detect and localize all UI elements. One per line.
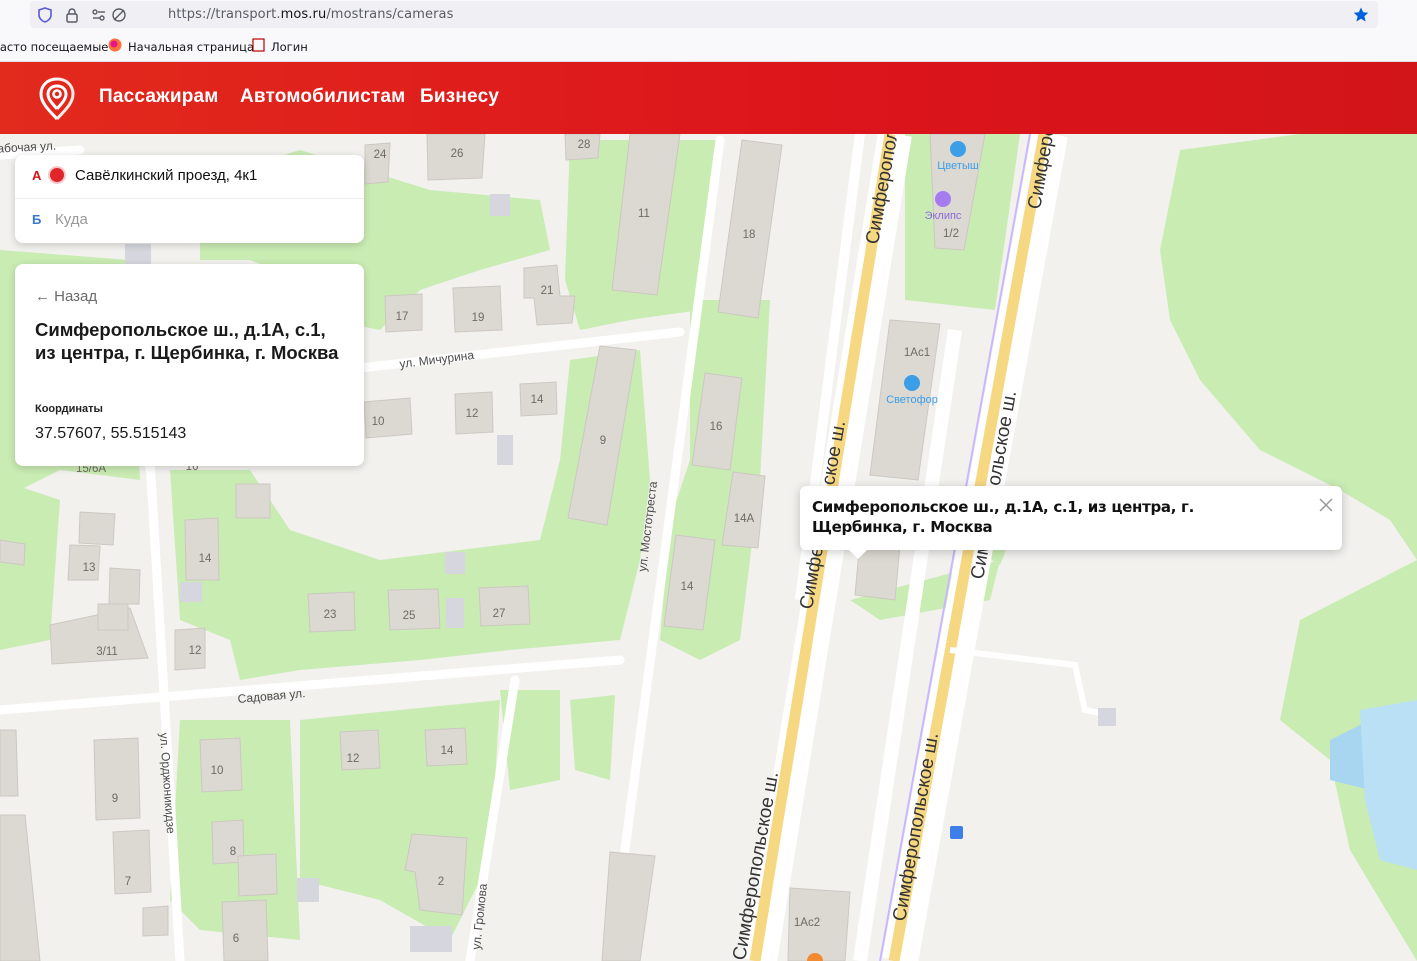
- place-title: Симферопольское ш., д.1А, с.1, из центра…: [35, 319, 339, 363]
- page-icon: [252, 38, 265, 52]
- house-27: 27: [493, 608, 506, 620]
- bookmark-login[interactable]: Логин: [271, 40, 308, 54]
- house-28: 28: [578, 139, 591, 151]
- poi-svetofor[interactable]: Светофор: [886, 394, 938, 406]
- start-point-icon: [50, 168, 64, 182]
- nav-passengers[interactable]: Пассажирам: [99, 86, 219, 108]
- site-header: Пассажирам Автомобилистам Бизнесу: [0, 62, 1417, 134]
- bus-stop-icon[interactable]: [950, 826, 963, 839]
- star-bookmark-icon[interactable]: [1352, 6, 1370, 24]
- house-12c: 12: [347, 753, 360, 765]
- house-11: 11: [638, 208, 650, 220]
- balloon-text: Симферопольское ш., д.1А, с.1, из центра…: [812, 498, 1194, 536]
- permissions-icon[interactable]: [90, 6, 108, 24]
- route-from-value[interactable]: Савёлкинский проезд, 4к1: [75, 167, 257, 184]
- coords-value: 37.57607, 55.515143: [35, 425, 187, 442]
- bookmarks-bar: Часто посещаемые Начальная страница Логи…: [0, 30, 1417, 62]
- route-panel: А Савёлкинский проезд, 4к1 Б Куда: [15, 155, 364, 243]
- camera-info-panel: ← Назад Симферопольское ш., д.1А, с.1, и…: [15, 264, 364, 466]
- house-14A: 14А: [734, 513, 755, 525]
- shield-icon[interactable]: [36, 6, 54, 24]
- house-26: 26: [451, 148, 464, 160]
- mos-transport-logo-icon[interactable]: [38, 76, 76, 122]
- url-bar[interactable]: https://transport.mos.ru/mostrans/camera…: [30, 1, 1378, 28]
- house-14c: 14: [681, 581, 694, 593]
- coords-label: Координаты: [35, 403, 103, 415]
- poi-tsvetysh[interactable]: Цветыш: [937, 160, 979, 172]
- house-23: 23: [324, 609, 337, 621]
- route-to-row[interactable]: Б Куда: [15, 199, 364, 243]
- tracking-blocked-icon[interactable]: [110, 6, 128, 24]
- firefox-icon: [108, 38, 122, 52]
- route-to-input[interactable]: Куда: [55, 211, 88, 228]
- browser-toolbar: https://transport.mos.ru/mostrans/camera…: [0, 0, 1417, 30]
- house-14d: 14: [441, 745, 454, 757]
- lock-icon[interactable]: [63, 6, 81, 24]
- close-icon[interactable]: [1318, 497, 1334, 513]
- house-1-2: 1/2: [943, 228, 959, 240]
- house-12b: 12: [189, 645, 202, 657]
- house-14a: 14: [531, 394, 544, 406]
- house-12a: 12: [466, 408, 479, 420]
- house-8: 8: [230, 846, 236, 858]
- house-6: 6: [233, 933, 239, 945]
- house-13: 13: [83, 562, 96, 574]
- url-path: /mostrans/cameras: [326, 7, 454, 22]
- house-21: 21: [541, 285, 554, 297]
- url-domain: mos.ru: [280, 7, 327, 22]
- url-text: https://transport.mos.ru/mostrans/camera…: [168, 7, 453, 22]
- house-1Ac2: 1Ас2: [794, 917, 820, 929]
- house-14b: 14: [199, 553, 212, 565]
- bookmark-most-visited[interactable]: Часто посещаемые: [0, 40, 108, 54]
- balloon-tail: [848, 549, 868, 559]
- house-24: 24: [374, 149, 387, 161]
- bookmark-start-page[interactable]: Начальная страница: [128, 40, 254, 54]
- house-7: 7: [125, 876, 131, 888]
- house-10b: 10: [211, 765, 224, 777]
- house-19: 19: [472, 312, 485, 324]
- poi-eklips[interactable]: Эклипс: [925, 210, 962, 222]
- url-prefix: https://transport.: [168, 7, 281, 22]
- house-2: 2: [438, 876, 444, 888]
- nav-drivers[interactable]: Автомобилистам: [240, 86, 405, 108]
- flower-shop-icon[interactable]: [950, 141, 966, 157]
- house-25: 25: [403, 610, 416, 622]
- house-1Ac1: 1Ас1: [904, 347, 930, 359]
- shop-basket-icon[interactable]: [904, 375, 920, 391]
- house-3-11: 3/11: [96, 646, 118, 658]
- map-balloon: Симферопольское ш., д.1А, с.1, из центра…: [800, 486, 1342, 559]
- house-17: 17: [396, 311, 409, 323]
- route-from-letter: А: [32, 168, 42, 183]
- house-9a: 9: [600, 435, 606, 447]
- route-from-row[interactable]: А Савёлкинский проезд, 4к1: [15, 155, 364, 199]
- back-button[interactable]: ← Назад: [35, 288, 97, 305]
- house-16a: 16: [710, 421, 723, 433]
- nav-business[interactable]: Бизнесу: [420, 86, 499, 108]
- house-18: 18: [743, 229, 756, 241]
- hotel-icon[interactable]: [935, 191, 951, 207]
- house-9b: 9: [112, 793, 118, 805]
- house-10a: 10: [372, 416, 385, 428]
- route-to-letter: Б: [32, 212, 42, 227]
